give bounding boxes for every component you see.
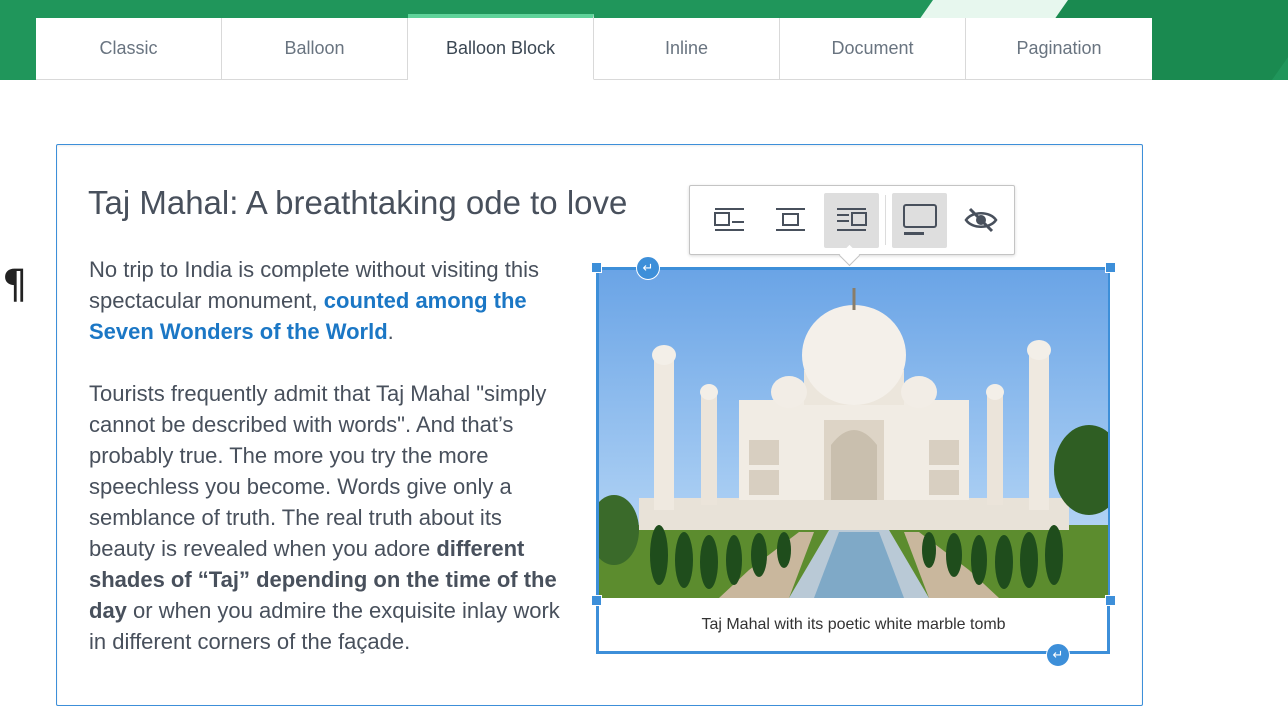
return-arrow-icon: ↵ (642, 260, 654, 276)
align-left-wrap-icon (713, 208, 744, 231)
toggle-caption-icon (902, 204, 937, 235)
paragraph-intro-end: . (387, 319, 394, 344)
image-caption[interactable]: Taj Mahal with its poetic white marble t… (599, 602, 1108, 648)
image-balloon-toolbar (689, 185, 1015, 267)
return-arrow-icon: ↵ (1052, 647, 1064, 663)
insert-paragraph-after-button[interactable]: ↵ (1046, 643, 1070, 667)
tab-balloon[interactable]: Balloon (222, 18, 408, 80)
align-center-icon (775, 208, 805, 231)
paragraph-intro[interactable]: No trip to India is complete without vis… (89, 254, 564, 347)
toggle-caption-button[interactable] (892, 192, 947, 248)
align-right-wrap-icon (836, 208, 867, 231)
tab-pagination[interactable]: Pagination (966, 18, 1152, 80)
toolbar-separator (885, 195, 886, 245)
block-toolbar-button[interactable]: ¶ (2, 262, 27, 308)
resize-handle-bottom-left[interactable] (591, 595, 602, 606)
taj-mahal-image[interactable] (599, 270, 1108, 598)
article-title[interactable]: Taj Mahal: A breathtaking ode to love (88, 184, 627, 222)
insert-paragraph-before-button[interactable]: ↵ (636, 256, 660, 280)
editor-type-tabs: Classic Balloon Balloon Block Inline Doc… (36, 14, 1152, 80)
paragraph-tourists-end: or when you admire the exquisite inlay w… (89, 598, 560, 654)
resize-handle-bottom-right[interactable] (1105, 595, 1116, 606)
align-left-wrap-button[interactable] (702, 193, 757, 248)
align-center-button[interactable] (763, 193, 818, 248)
tab-inline[interactable]: Inline (594, 18, 780, 80)
taj-mahal-illustration (599, 288, 1108, 598)
resize-handle-top-left[interactable] (591, 262, 602, 273)
align-right-wrap-button[interactable] (824, 192, 879, 248)
hide-icon (963, 207, 998, 233)
tab-document[interactable]: Document (780, 18, 966, 80)
resize-handle-top-right[interactable] (1105, 262, 1116, 273)
hide-element-button[interactable] (953, 193, 1008, 248)
tab-classic[interactable]: Classic (36, 18, 222, 80)
tab-balloon-block[interactable]: Balloon Block (408, 14, 594, 80)
paragraph-tourists-text: Tourists frequently admit that Taj Mahal… (89, 381, 547, 561)
paragraph-tourists[interactable]: Tourists frequently admit that Taj Mahal… (89, 378, 564, 657)
